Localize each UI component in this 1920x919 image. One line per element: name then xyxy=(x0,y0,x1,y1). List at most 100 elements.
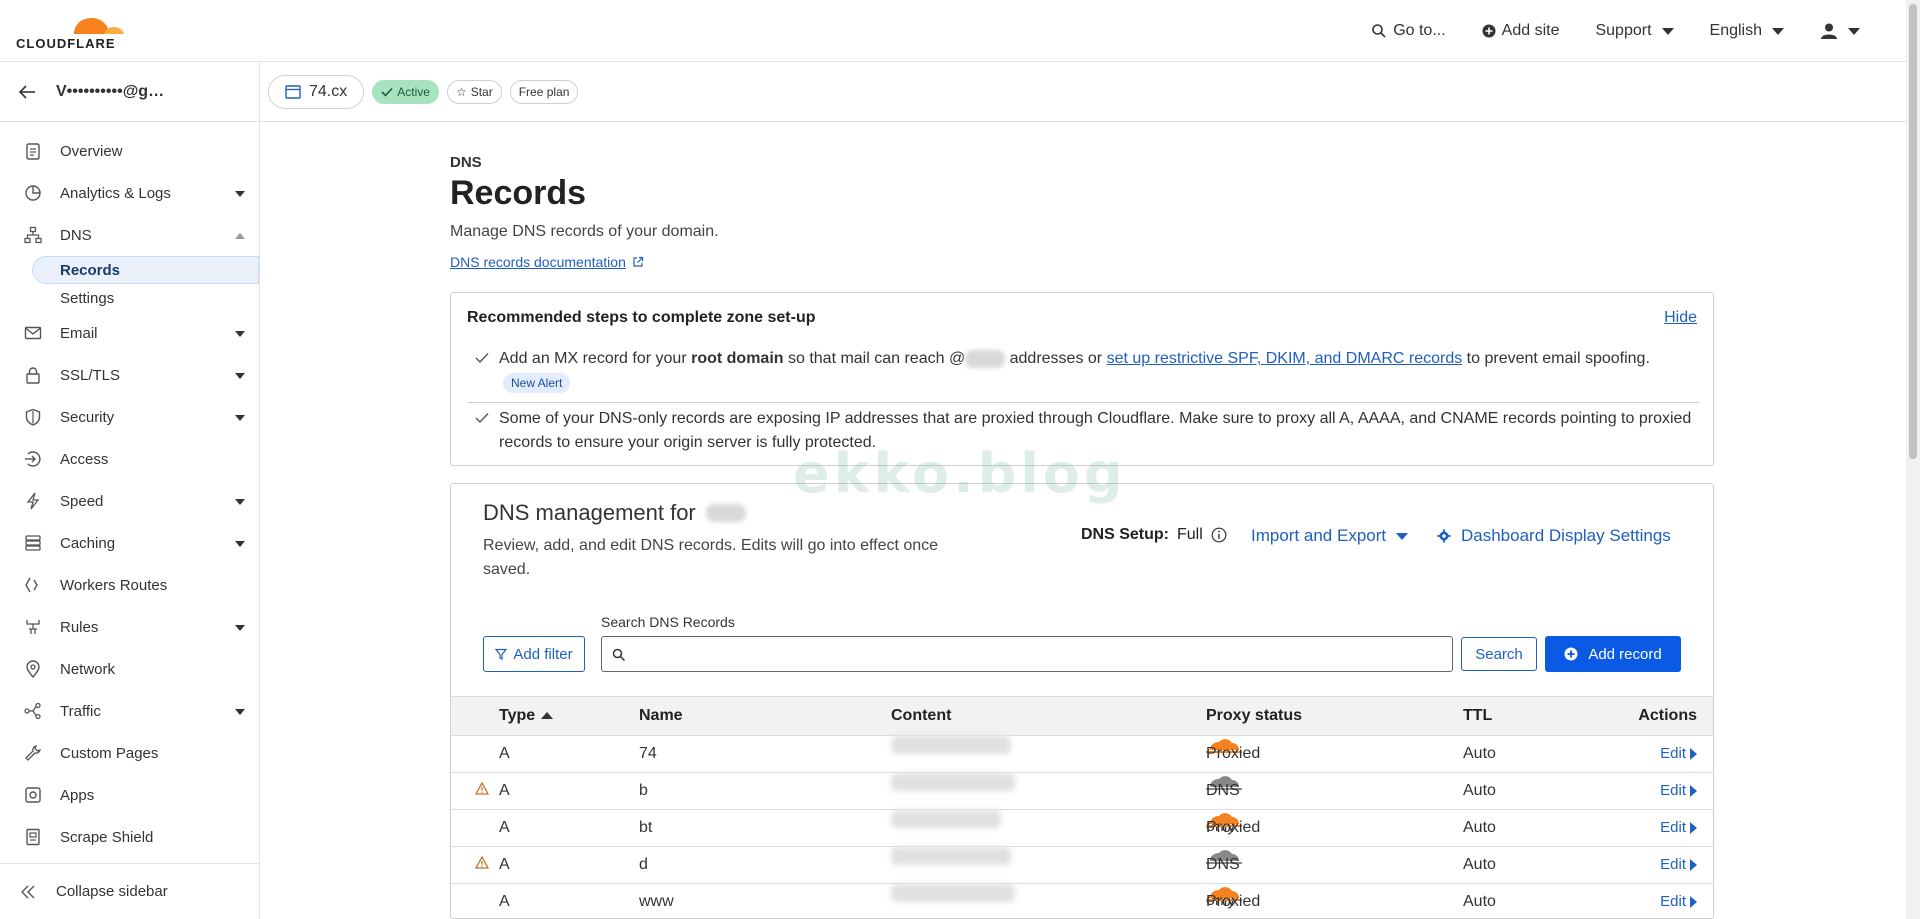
chevron-down-icon xyxy=(235,331,245,337)
dashboard-display-settings-button[interactable]: Dashboard Display Settings xyxy=(1437,526,1671,546)
caret-right-icon xyxy=(1690,785,1697,797)
check-icon xyxy=(475,413,489,424)
star-icon: ☆ xyxy=(455,84,467,99)
import-export-label: Import and Export xyxy=(1251,526,1387,545)
search-icon xyxy=(612,648,626,662)
search-input[interactable] xyxy=(632,637,1442,671)
user-menu[interactable] xyxy=(1820,22,1860,40)
column-type[interactable]: Type xyxy=(499,697,554,735)
sidebar-item-label: Scrape Shield xyxy=(60,828,154,846)
record-type: A xyxy=(499,856,510,873)
domain-pill[interactable]: 74.cx xyxy=(268,74,365,109)
sidebar-item-access[interactable]: Access xyxy=(0,438,259,480)
account-row[interactable]: V••••••••••@g… xyxy=(0,62,259,122)
sidebar-item-label: Email xyxy=(60,324,98,342)
sidebar-item-workers-routes[interactable]: Workers Routes xyxy=(0,564,259,606)
chevron-down-icon xyxy=(235,191,245,197)
external-link-icon xyxy=(633,256,643,267)
status-badge: Active xyxy=(372,79,439,104)
edit-label: Edit xyxy=(1660,856,1686,873)
add-record-button[interactable]: Add record xyxy=(1545,636,1681,672)
chevron-down-icon xyxy=(1661,27,1674,35)
back-arrow-icon[interactable] xyxy=(18,84,36,99)
chevron-down-icon xyxy=(1772,27,1784,35)
star-button[interactable]: ☆ Star xyxy=(446,79,502,104)
sidebar-subitem-settings[interactable]: Settings xyxy=(0,284,259,312)
recommended-steps-card: Recommended steps to complete zone set-u… xyxy=(450,292,1714,466)
collapse-sidebar-button[interactable]: Collapse sidebar xyxy=(0,863,259,919)
edit-record-button[interactable]: Edit xyxy=(1660,884,1697,919)
sidebar-item-apps[interactable]: Apps xyxy=(0,774,259,816)
hide-button[interactable]: Hide xyxy=(1664,309,1697,327)
chevron-down-icon xyxy=(1396,532,1409,540)
page-scrollbar[interactable] xyxy=(1906,0,1920,919)
column-content[interactable]: Content xyxy=(891,697,951,735)
dns-docs-link[interactable]: DNS records documentation xyxy=(450,254,644,270)
chevron-down-icon xyxy=(235,499,245,505)
sidebar-nav: Overview Analytics & Logs DNS Records Se… xyxy=(0,122,259,858)
spf-dkim-dmarc-link[interactable]: set up restrictive SPF, DKIM, and DMARC … xyxy=(1107,350,1463,367)
caret-right-icon xyxy=(1690,748,1697,760)
page-title: Records xyxy=(450,174,587,212)
shield-icon xyxy=(25,408,41,426)
add-filter-button[interactable]: Add filter xyxy=(483,636,585,672)
add-site-button[interactable]: Add site xyxy=(1482,22,1559,40)
chevron-down-icon xyxy=(235,373,245,379)
edit-record-button[interactable]: Edit xyxy=(1660,810,1697,846)
database-icon xyxy=(25,535,41,551)
sidebar-item-rules[interactable]: Rules xyxy=(0,606,259,648)
sidebar-item-ssl-tls[interactable]: SSL/TLS xyxy=(0,354,259,396)
goto-button[interactable]: Go to... xyxy=(1371,22,1446,40)
record-name: 74 xyxy=(639,745,657,762)
plan-badge[interactable]: Free plan xyxy=(509,79,579,104)
table-row[interactable]: A b DNS only Auto Edit xyxy=(451,773,1713,835)
cloudflare-logo[interactable]: CLOUDFLARE xyxy=(16,10,126,52)
column-ttl[interactable]: TTL xyxy=(1463,697,1492,735)
search-dns-records[interactable] xyxy=(601,636,1453,672)
record-proxy-status: Proxied xyxy=(1206,884,1260,910)
sidebar-item-email[interactable]: Email xyxy=(0,312,259,354)
column-name[interactable]: Name xyxy=(639,697,683,735)
edit-record-button[interactable]: Edit xyxy=(1660,773,1697,809)
step1-text: to prevent email spoofing. xyxy=(1462,350,1650,367)
edit-label: Edit xyxy=(1660,782,1686,799)
edit-record-button[interactable]: Edit xyxy=(1660,736,1697,772)
table-row[interactable]: A 74 Proxied Auto Edit xyxy=(451,736,1713,773)
search-button[interactable]: Search xyxy=(1461,637,1537,671)
edit-record-button[interactable]: Edit xyxy=(1660,847,1697,883)
language-menu[interactable]: English xyxy=(1710,22,1784,40)
column-proxy-status[interactable]: Proxy status xyxy=(1206,697,1302,735)
sidebar-item-label: Speed xyxy=(60,492,104,510)
sidebar-item-label: Access xyxy=(60,450,109,468)
sidebar-item-security[interactable]: Security xyxy=(0,396,259,438)
sidebar-item-network[interactable]: Network xyxy=(0,648,259,690)
table-row[interactable]: A www Proxied Auto Edit xyxy=(451,884,1713,919)
goto-label: Go to... xyxy=(1393,22,1446,39)
table-header: Type Name Content Proxy status TTL Actio… xyxy=(451,696,1713,736)
support-menu[interactable]: Support xyxy=(1595,22,1674,40)
table-row[interactable]: A d DNS only Auto Edit xyxy=(451,847,1713,909)
scrollbar-thumb[interactable] xyxy=(1909,4,1917,459)
sidebar-item-label: Custom Pages xyxy=(60,744,159,762)
sidebar-item-caching[interactable]: Caching xyxy=(0,522,259,564)
gear-icon xyxy=(1437,529,1451,543)
sidebar-item-analytics[interactable]: Analytics & Logs xyxy=(0,172,259,214)
sidebar-subitem-records[interactable]: Records xyxy=(32,256,259,284)
info-icon[interactable] xyxy=(1211,527,1227,543)
step2-text: Some of your DNS-only records are exposi… xyxy=(499,410,1692,451)
warning-icon xyxy=(474,773,490,809)
step1-text: Add an MX record for your xyxy=(499,350,692,367)
sidebar-item-scrape-shield[interactable]: Scrape Shield xyxy=(0,816,259,858)
sidebar-item-speed[interactable]: Speed xyxy=(0,480,259,522)
sidebar-item-custom-pages[interactable]: Custom Pages xyxy=(0,732,259,774)
record-ttl: Auto xyxy=(1463,856,1496,873)
sidebar-item-traffic[interactable]: Traffic xyxy=(0,690,259,732)
dns-title-label: DNS management for xyxy=(483,500,696,525)
sidebar-item-overview[interactable]: Overview xyxy=(0,130,259,172)
steps-title: Recommended steps to complete zone set-u… xyxy=(467,309,816,326)
top-bar: CLOUDFLARE Go to... Add site Support Eng… xyxy=(0,0,1906,62)
table-row[interactable]: A bt Proxied Auto Edit xyxy=(451,810,1713,847)
sidebar-item-dns[interactable]: DNS xyxy=(0,214,259,256)
chevron-down-icon xyxy=(1848,27,1860,35)
import-export-button[interactable]: Import and Export xyxy=(1251,526,1409,546)
